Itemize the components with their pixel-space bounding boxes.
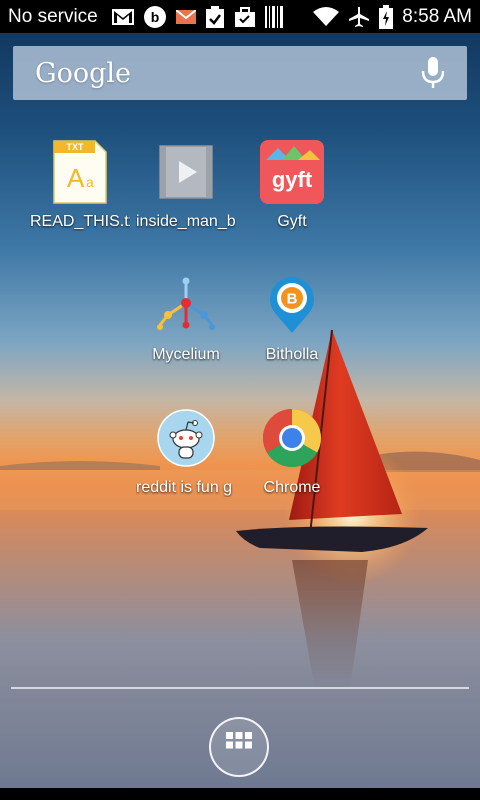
microphone-icon[interactable] (419, 55, 447, 91)
status-bar: No service b 8:58 AM (0, 0, 480, 33)
app-label: Mycelium (152, 346, 220, 363)
app-reddit-is-fun[interactable]: reddit is fun g (131, 405, 241, 497)
gyft-icon: gyft (259, 139, 325, 205)
carrier-text: No service (8, 5, 98, 27)
app-label: READ_THIS.txt (30, 213, 130, 230)
barcode-icon (264, 5, 283, 28)
bitholla-icon: B (259, 272, 325, 338)
app-gyft[interactable]: gyft Gyft (237, 139, 347, 231)
navigation-bar (0, 788, 480, 800)
app-drawer-icon (224, 730, 254, 765)
app-chrome[interactable]: Chrome (237, 405, 347, 497)
wifi-icon (313, 6, 340, 27)
app-label: Bitholla (265, 346, 319, 363)
airplane-icon (348, 6, 370, 28)
mycelium-icon (153, 272, 219, 338)
app-drawer-button[interactable] (209, 717, 269, 777)
google-logo: Google (35, 57, 131, 89)
app-inside-man[interactable]: inside_man_b (131, 139, 241, 231)
clock: 8:58 AM (402, 5, 472, 27)
svg-text:b: b (150, 9, 159, 25)
app-mycelium[interactable]: Mycelium (131, 272, 241, 364)
reddit-icon (153, 405, 219, 471)
svg-text:A: A (67, 163, 85, 193)
txt-file-icon: TXT A a (47, 139, 113, 205)
app-bitholla[interactable]: B Bitholla (237, 272, 347, 364)
svg-text:a: a (86, 174, 94, 190)
email-icon (175, 9, 196, 24)
app-label: reddit is fun g (136, 479, 233, 496)
svg-text:gyft: gyft (272, 167, 313, 192)
google-search-bar[interactable]: Google (13, 46, 467, 100)
app-label: Chrome (263, 479, 321, 496)
wallpaper (0, 329, 480, 690)
battery-icon (379, 4, 394, 29)
clipboard-icon (205, 5, 225, 28)
briefcase-icon (234, 6, 256, 28)
app-label: Gyft (277, 213, 307, 230)
beats-icon: b (143, 5, 167, 29)
svg-text:B: B (287, 291, 298, 308)
chrome-icon (259, 405, 325, 471)
dock-divider (11, 687, 469, 689)
video-file-icon (153, 139, 219, 205)
svg-text:TXT: TXT (67, 142, 85, 152)
app-label: inside_man_b (136, 213, 236, 230)
app-read-this[interactable]: TXT A a READ_THIS.txt (25, 139, 135, 231)
gmail-icon (111, 8, 134, 25)
